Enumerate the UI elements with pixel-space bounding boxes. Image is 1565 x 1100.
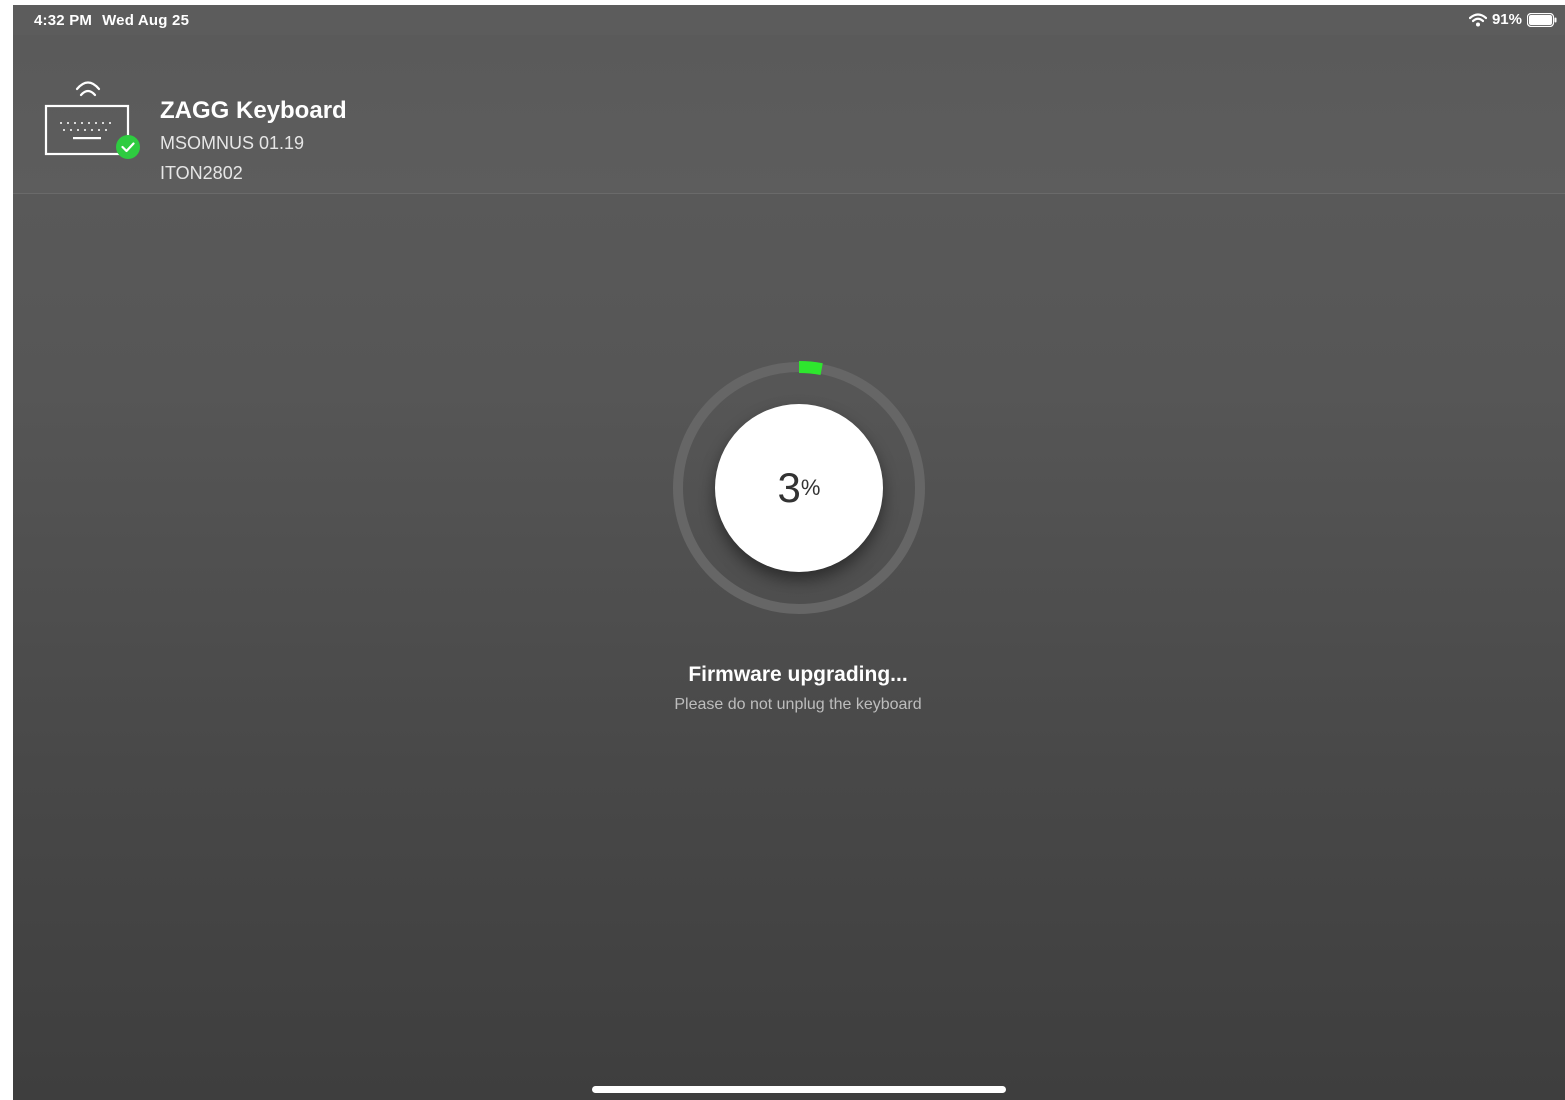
progress-ring: 3% xyxy=(671,359,927,615)
connected-badge xyxy=(116,135,140,159)
device-firmware: MSOMNUS 01.19 xyxy=(160,133,305,153)
status-date: Wed Aug 25 xyxy=(102,12,190,29)
wifi-icon xyxy=(1468,12,1487,27)
progress-unit: % xyxy=(800,475,821,500)
status-time-date: 4:32 PM Wed Aug 25 xyxy=(34,12,189,29)
status-bar: 4:32 PM Wed Aug 25 91% xyxy=(13,5,1565,35)
device-serial: ITON2802 xyxy=(160,163,243,183)
upgrade-status-subtitle: Please do not unplug the keyboard xyxy=(674,696,922,713)
status-right: 91% xyxy=(1468,11,1557,28)
battery-icon xyxy=(1527,12,1557,27)
progress-value: 3 xyxy=(777,464,801,511)
progress-arc xyxy=(798,361,823,376)
device-name: ZAGG Keyboard xyxy=(160,97,347,124)
keyboard-wireless-icon xyxy=(43,73,143,164)
app-screen: 4:32 PM Wed Aug 25 91% ZAGG Keyboard MSO… xyxy=(13,5,1565,1100)
progress-knob: 3% xyxy=(715,404,883,572)
battery-percent: 91% xyxy=(1491,11,1522,28)
home-indicator[interactable] xyxy=(592,1086,1006,1093)
status-time: 4:32 PM xyxy=(34,12,93,29)
upgrade-status-title: Firmware upgrading... xyxy=(688,663,908,686)
device-header: ZAGG Keyboard MSOMNUS 01.19 ITON2802 xyxy=(13,35,1565,194)
